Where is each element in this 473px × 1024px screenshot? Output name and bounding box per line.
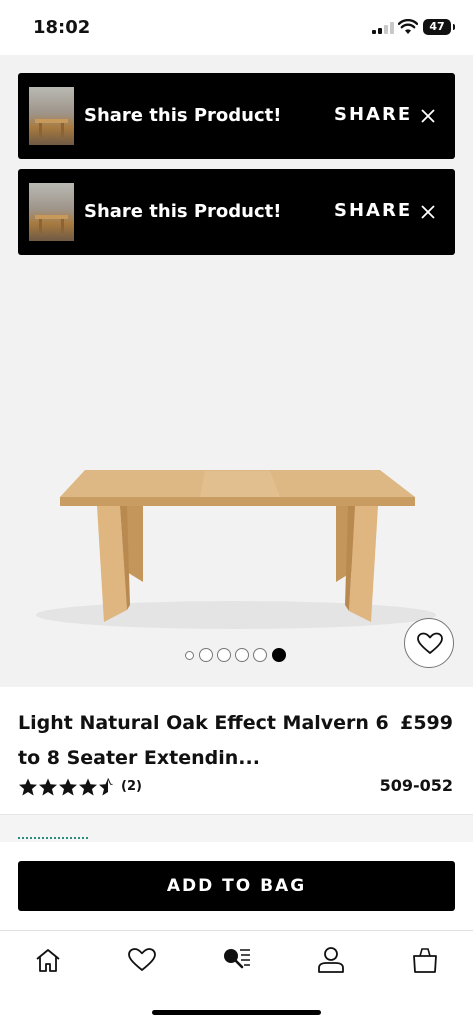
half-star-icon bbox=[99, 778, 113, 796]
gallery-dot[interactable] bbox=[217, 648, 231, 662]
wifi-icon bbox=[398, 19, 418, 34]
bottom-tab-bar bbox=[0, 930, 473, 1024]
share-banner[interactable]: Share this Product! SHARE bbox=[18, 73, 455, 159]
share-banner-title: Share this Product! bbox=[84, 105, 282, 126]
review-count[interactable]: (2) bbox=[121, 779, 142, 794]
account-icon[interactable] bbox=[316, 946, 346, 974]
product-thumbnail bbox=[29, 87, 74, 145]
search-list-icon[interactable] bbox=[221, 946, 251, 974]
home-indicator bbox=[152, 1010, 321, 1015]
battery-icon: 47 bbox=[423, 19, 455, 35]
gallery-dot[interactable] bbox=[199, 648, 213, 662]
partially-hidden-link bbox=[18, 837, 88, 843]
share-banner-title: Share this Product! bbox=[84, 201, 282, 222]
close-icon[interactable] bbox=[419, 203, 437, 221]
heart-icon[interactable] bbox=[127, 946, 157, 974]
close-icon[interactable] bbox=[419, 107, 437, 125]
dining-table-image bbox=[36, 470, 436, 629]
star-icon bbox=[19, 778, 37, 796]
star-icon bbox=[39, 778, 57, 796]
gallery-dot[interactable] bbox=[235, 648, 249, 662]
home-icon[interactable] bbox=[33, 946, 63, 974]
product-name: Light Natural Oak Effect Malvern 6 to 8 … bbox=[18, 712, 389, 769]
status-time: 18:02 bbox=[33, 17, 91, 38]
product-thumbnail bbox=[29, 183, 74, 241]
heart-icon bbox=[417, 632, 443, 654]
star-icon bbox=[59, 778, 77, 796]
wishlist-button[interactable] bbox=[404, 618, 454, 668]
share-button[interactable]: SHARE bbox=[334, 200, 412, 221]
cellular-signal-icon bbox=[372, 22, 394, 34]
product-info: Light Natural Oak Effect Malvern 6 to 8 … bbox=[0, 687, 473, 814]
share-button[interactable]: SHARE bbox=[334, 104, 412, 125]
add-to-bag-button[interactable]: ADD TO BAG bbox=[18, 861, 455, 911]
gallery-dot[interactable] bbox=[185, 651, 194, 660]
gallery-dot-active[interactable] bbox=[272, 648, 286, 662]
star-icon bbox=[79, 778, 97, 796]
section-divider bbox=[0, 814, 473, 842]
gallery-dot[interactable] bbox=[253, 648, 267, 662]
share-banner[interactable]: Share this Product! SHARE bbox=[18, 169, 455, 255]
bag-icon[interactable] bbox=[410, 946, 440, 974]
product-code: 509-052 bbox=[379, 776, 453, 795]
product-gallery[interactable]: Share this Product! SHARE Share this Pro… bbox=[0, 55, 473, 687]
status-bar: 18:02 47 bbox=[0, 0, 473, 55]
product-price: £599 bbox=[400, 712, 453, 734]
